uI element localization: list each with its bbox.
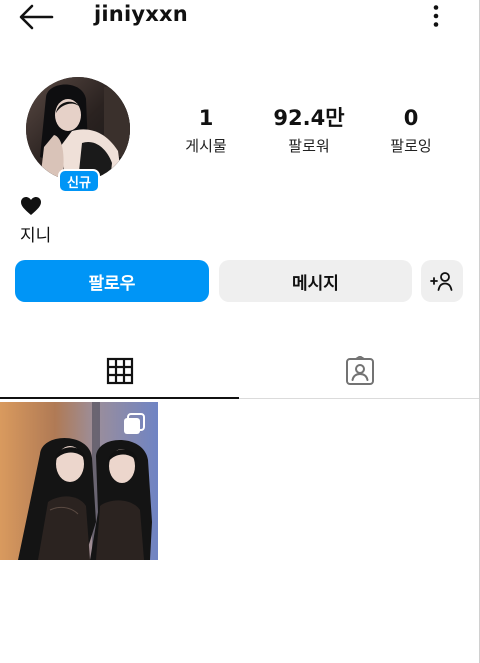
profile-username: jiniyxxn bbox=[94, 2, 188, 26]
bio-name: 지니 bbox=[20, 226, 52, 246]
tab-posts-grid[interactable] bbox=[0, 345, 239, 397]
avatar-photo bbox=[26, 77, 130, 181]
add-user-button[interactable] bbox=[421, 260, 463, 302]
more-options-icon[interactable] bbox=[426, 4, 446, 28]
black-heart-icon bbox=[21, 197, 41, 215]
profile-avatar[interactable] bbox=[26, 77, 130, 181]
back-arrow-icon[interactable] bbox=[18, 4, 54, 30]
add-person-icon bbox=[430, 272, 453, 291]
stat-followers-label: 팔로워 bbox=[288, 137, 330, 155]
stat-followers-count: 92.4만 bbox=[273, 106, 345, 130]
stat-posts[interactable]: 1 게시물 bbox=[151, 104, 261, 157]
stat-following-count: 0 bbox=[403, 106, 419, 130]
grid-icon bbox=[106, 357, 133, 385]
stat-following[interactable]: 0 팔로잉 bbox=[356, 104, 466, 157]
post-thumbnail[interactable] bbox=[0, 402, 158, 560]
tab-active-indicator bbox=[0, 397, 239, 399]
message-button[interactable]: 메시지 bbox=[219, 260, 412, 302]
post-photo bbox=[0, 402, 158, 560]
stat-following-label: 팔로잉 bbox=[390, 137, 432, 155]
stat-followers[interactable]: 92.4만 팔로워 bbox=[254, 104, 364, 157]
follow-button-label: 팔로우 bbox=[88, 273, 136, 294]
new-badge: 신규 bbox=[58, 169, 100, 193]
tagged-person-icon bbox=[345, 356, 374, 385]
follow-button[interactable]: 팔로우 bbox=[15, 260, 209, 302]
message-button-label: 메시지 bbox=[292, 273, 339, 294]
stat-posts-label: 게시물 bbox=[185, 137, 227, 155]
tab-tagged[interactable] bbox=[239, 345, 480, 397]
stat-posts-count: 1 bbox=[198, 106, 214, 130]
